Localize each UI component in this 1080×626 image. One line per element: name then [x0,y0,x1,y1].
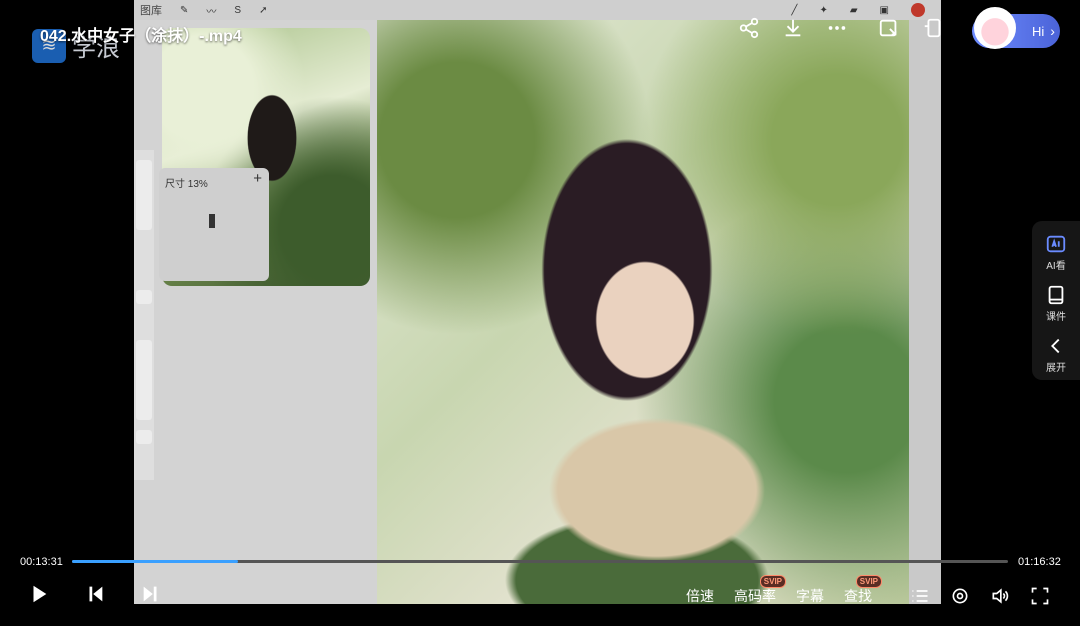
painting-canvas [377,20,909,604]
ai-assistant-button[interactable]: Hi › [972,7,1060,49]
expand-button[interactable]: 展开 [1045,335,1067,374]
transform-icon: ➚ [259,4,268,16]
download-icon [785,19,801,37]
navigator-panel: 尺寸 13% + [159,168,269,281]
ai-view-icon [1046,235,1066,253]
speed-button[interactable]: 倍速 [686,586,714,606]
assistant-avatar [974,7,1016,49]
ai-view-button[interactable]: AI看 [1045,233,1067,272]
side-panel: AI看 课件 展开 [1032,221,1080,380]
opacity-slider [136,340,152,420]
search-label: 查找 [844,588,872,604]
playlist-button[interactable] [908,584,932,608]
fullscreen-button[interactable] [1028,584,1052,608]
brush-icon: ╱ [791,4,798,16]
canvas-gutter [909,20,941,604]
chevron-right-icon: › [1050,23,1055,39]
courseware-label: 课件 [1046,312,1066,323]
play-button[interactable] [28,583,50,610]
eraser-icon: ▰ [849,4,858,16]
ai-view-label: AI看 [1046,261,1066,272]
current-time: 00:13:31 [20,556,63,568]
svip-badge: SVIP [855,575,882,588]
wrench-icon: ✎ [180,4,189,16]
progress-bar[interactable] [72,560,1008,563]
color-swatch [911,3,925,17]
procreate-gallery-label: 图库 [140,5,162,17]
procreate-side-rail [134,150,154,480]
more-icon [828,26,846,30]
download-button[interactable] [781,16,805,40]
skip-next-icon [143,586,157,602]
assistant-hi-label: Hi [1032,23,1045,39]
smudge-icon: ✦ [819,4,828,16]
video-title: 042.水中女子（涂抹）-.mp4 [40,28,242,45]
video-frame[interactable]: 图库 ✎ 〰 S ➚ ╱ ✦ ▰ ▣ 尺寸 13% + [134,0,941,604]
pip-icon [879,19,897,37]
settings-button[interactable] [948,584,972,608]
playback-controls [28,583,162,610]
picture-in-picture-button[interactable] [877,16,901,40]
subtitle-button[interactable]: 字幕 [796,586,824,606]
search-button[interactable]: 查找 SVIP [844,575,882,606]
more-button[interactable] [825,16,849,40]
navigator-thumbnail [209,214,215,228]
courseware-icon [1048,285,1064,305]
list-icon [912,590,928,602]
svip-badge: SVIP [759,575,786,588]
chevron-left-icon [1051,338,1060,354]
share-button[interactable] [737,16,761,40]
modify-square [136,290,152,304]
share-icon [739,17,759,39]
player-options: 倍速 高码率 SVIP 字幕 查找 SVIP [686,575,1052,608]
expand-label: 展开 [1046,363,1066,374]
skip-previous-icon [89,586,103,602]
total-time: 01:16:32 [1018,556,1061,568]
layers-icon: ▣ [879,4,889,16]
fullscreen-icon [1031,587,1049,605]
selection-icon: S [234,4,242,16]
undo-icon [136,430,152,444]
volume-icon [992,588,1009,604]
target-icon [952,588,968,604]
quality-label: 高码率 [734,588,776,604]
cast-icon [924,18,941,38]
progress-fill [72,560,238,563]
courseware-button[interactable]: 课件 [1045,284,1067,323]
plus-icon: + [253,170,262,187]
previous-button[interactable] [84,583,106,610]
volume-button[interactable] [988,584,1012,608]
magic-wand-icon: 〰 [206,6,217,18]
navigator-size-label: 尺寸 13% [165,179,208,190]
top-actions [737,16,945,40]
quality-button[interactable]: 高码率 SVIP [734,575,786,606]
play-icon [33,585,47,603]
brush-size-slider [136,160,152,230]
cast-button[interactable] [921,16,945,40]
next-button[interactable] [140,583,162,610]
